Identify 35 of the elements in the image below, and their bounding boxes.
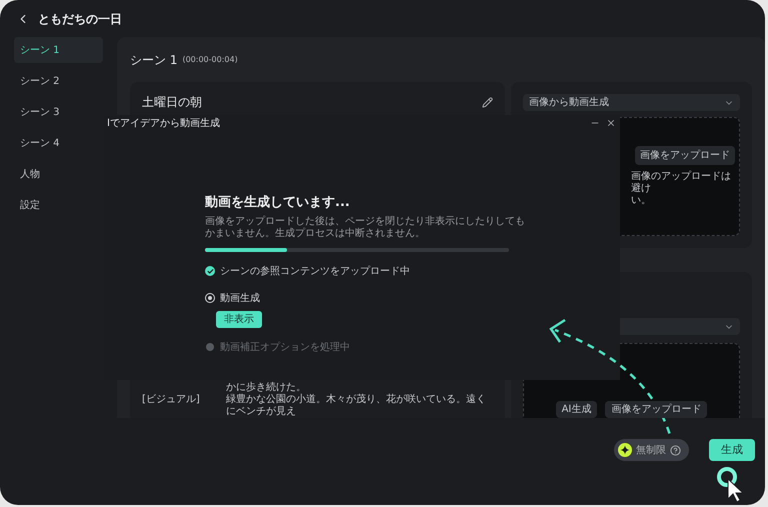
credits-pill[interactable]: 無制限 [614, 439, 689, 461]
dialog-heading: 動画を生成しています... [205, 194, 351, 212]
dialog-subtitle: 画像をアップロードした後は、ページを閉じたり非表示にしたりしてもかまいません。生成プロセスは中断されません。 [205, 216, 525, 240]
mode-dropdown[interactable]: 画像から動画生成 [523, 94, 740, 111]
sparkle-icon [618, 443, 632, 457]
script-line: かに歩き続けた。 [226, 382, 306, 394]
line-label: [ビジュアル] [142, 394, 200, 405]
project-title: ともだちの一日 [38, 10, 122, 28]
generate-button[interactable]: 生成 [709, 439, 755, 461]
radio-icon [205, 293, 215, 303]
edit-icon[interactable] [482, 96, 493, 108]
upload-note: い。 [631, 195, 652, 207]
sidebar-item[interactable]: 人物 [14, 161, 103, 187]
step-label: 動画生成 [220, 292, 260, 306]
close-icon[interactable] [606, 118, 616, 128]
scene-title: シーン 1 [130, 52, 178, 68]
script-line: 緑豊かな公園の小道。木々が茂り、花が咲いている。遠くにベンチが見え [226, 394, 487, 418]
generate-option-button[interactable]: AI生成 [556, 401, 598, 418]
help-icon[interactable] [670, 444, 681, 456]
upload-note: 画像のアップロードは避け [631, 171, 732, 195]
sidebar-item[interactable]: シーン 3 [14, 99, 103, 125]
scene-time: (00:00-00:04) [182, 54, 238, 66]
step-label: シーンの参照コンテンツをアップロード中 [220, 264, 410, 278]
sidebar-item[interactable]: シーン 4 [14, 130, 103, 156]
script-title: 土曜日の朝 [142, 94, 202, 111]
sidebar-item[interactable]: シーン 1 [14, 37, 103, 63]
step-label: 動画補正オプションを処理中 [220, 340, 350, 354]
sidebar-item[interactable]: 設定 [14, 192, 103, 218]
dialog-title: Iでアイデアから動画生成 [107, 116, 220, 130]
generate-option-button[interactable]: 画像をアップロード [605, 401, 708, 418]
sidebar-item[interactable]: シーン 2 [14, 68, 103, 94]
hide-button[interactable]: 非表示 [216, 310, 262, 328]
check-icon [205, 266, 215, 276]
upload-button[interactable]: 画像をアップロード [635, 146, 735, 165]
credits-label: 無制限 [636, 444, 666, 458]
